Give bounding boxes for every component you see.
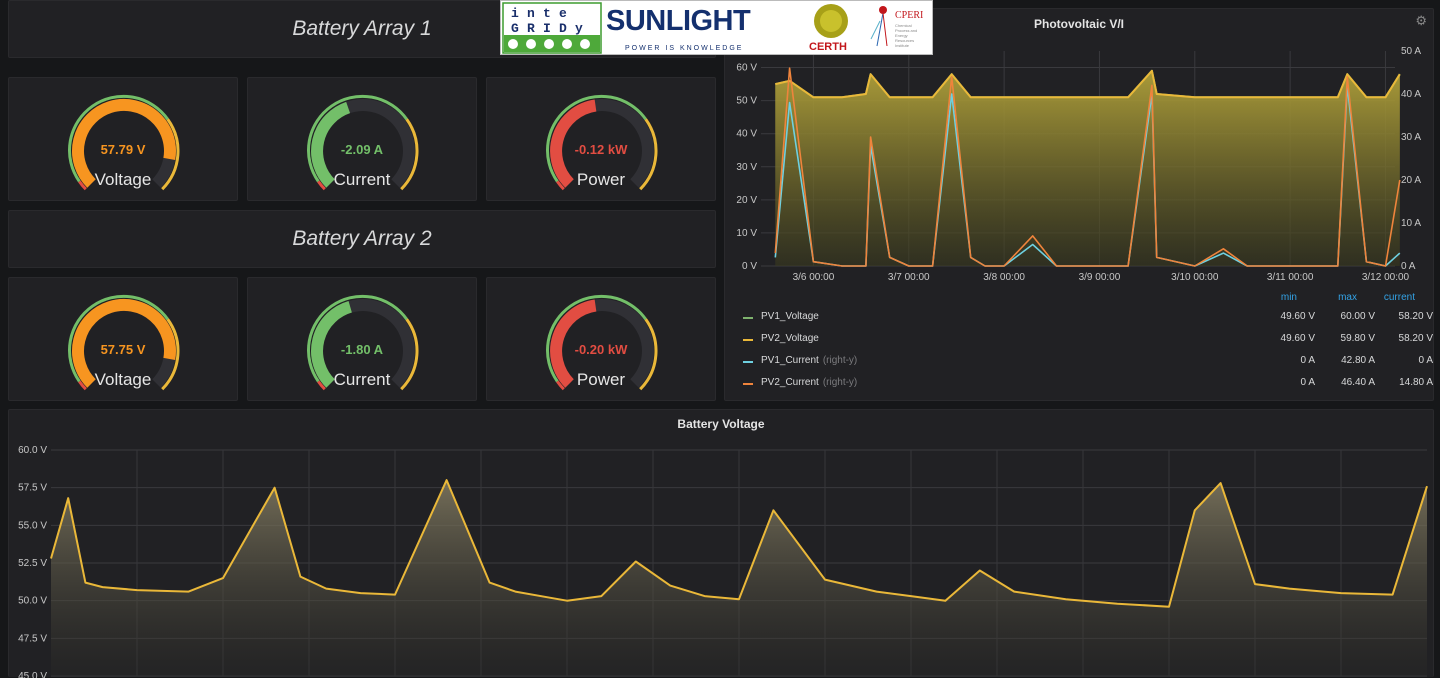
- legend-current: 58.20 V: [1398, 311, 1433, 322]
- gauge-panel-array1-current[interactable]: -2.09 A Current: [247, 77, 477, 201]
- gauge-panel-array2-power[interactable]: -0.20 kW Power: [486, 277, 716, 401]
- battery-voltage-plot[interactable]: 45.0 V47.5 V50.0 V52.5 V55.0 V57.5 V60.0…: [9, 410, 1435, 678]
- integridy-letter: e: [559, 6, 567, 21]
- pv-y-left-tick: 50 V: [736, 96, 757, 107]
- pv-y-left-tick: 10 V: [736, 228, 757, 239]
- bv-y-tick: 60.0 V: [18, 445, 47, 456]
- cperi-logo: CPERI Chemical Process and Energy Resour…: [870, 6, 923, 48]
- gauge-panel-array1-voltage[interactable]: 57.79 V Voltage: [8, 77, 238, 201]
- bv-y-tick: 55.0 V: [18, 520, 47, 531]
- gauge-value: 57.75 V: [100, 342, 146, 357]
- gauge-value: -0.20 kW: [574, 342, 628, 357]
- legend-series-name: PV1_Voltage: [761, 311, 819, 322]
- gauge-label: Voltage: [94, 170, 152, 189]
- pv-x-tick: 3/8 00:00: [983, 272, 1025, 283]
- legend-current: 58.20 V: [1398, 333, 1433, 344]
- gauge-value: -0.12 kW: [574, 142, 628, 157]
- pv-y-left-tick: 30 V: [736, 162, 757, 173]
- integridy-logo: i n t e G R I D y: [502, 2, 602, 54]
- gauge-panel-array2-current[interactable]: -1.80 A Current: [247, 277, 477, 401]
- cperi-wordmark: CPERI: [895, 10, 923, 21]
- pv-x-tick: 3/9 00:00: [1079, 272, 1121, 283]
- gauge-label: Current: [333, 170, 391, 189]
- pv-y-right-tick: 10 A: [1401, 218, 1421, 229]
- gauge-panel-array1-power[interactable]: -0.12 kW Power: [486, 77, 716, 201]
- sunlight-tagline: POWER IS KNOWLEDGE: [625, 45, 743, 52]
- gauge-label: Voltage: [94, 370, 152, 389]
- pv-y-right-tick: 0 A: [1401, 261, 1416, 272]
- legend-item-pv1-voltage[interactable]: PV1_Voltage 49.60 V 60.00 V 58.20 V: [743, 308, 1433, 328]
- legend-current: 14.80 A: [1399, 377, 1433, 388]
- certh-logo: CERTH: [809, 4, 848, 53]
- integridy-letter: y: [575, 21, 583, 36]
- pv-y-right-tick: 30 A: [1401, 132, 1421, 143]
- legend-swatch: [743, 317, 753, 319]
- partner-logo-banner: i n t e G R I D y SUNLIGHT POWER IS KNOW…: [500, 0, 933, 55]
- legend-swatch: [743, 339, 753, 341]
- battery-array-2-title: Battery Array 2: [292, 227, 432, 250]
- gauge-value: 57.79 V: [100, 142, 146, 157]
- pv-y-left-tick: 20 V: [736, 195, 757, 206]
- pv-x-tick: 3/6 00:00: [793, 272, 835, 283]
- pv-y-left-tick: 60 V: [736, 63, 757, 74]
- battery-array-1-title: Battery Array 1: [292, 17, 432, 40]
- pv-x-tick: 3/11 00:00: [1267, 272, 1314, 283]
- gauge-label: Current: [333, 370, 391, 389]
- gauge-panel-array2-voltage[interactable]: 57.75 V Voltage: [8, 277, 238, 401]
- battery-voltage-panel[interactable]: Battery Voltage 45.0 V 47.5 V 50.0 V 52.5 V…: [8, 409, 1435, 678]
- legend-current: 0 A: [1418, 355, 1433, 366]
- legend-swatch: [743, 361, 753, 363]
- legend-swatch: [743, 383, 753, 385]
- legend-series-name: PV2_Voltage: [761, 333, 819, 344]
- battery-array-2-header: Battery Array 2: [8, 210, 716, 268]
- integridy-letter: n: [527, 6, 535, 21]
- integridy-letter: D: [559, 21, 567, 36]
- integridy-letter: G: [511, 21, 519, 36]
- gauge-value: -1.80 A: [340, 342, 384, 357]
- pv-y-right-tick: 40 A: [1401, 89, 1421, 100]
- legend-series-name: PV2_Current (right-y): [761, 377, 858, 388]
- integridy-letter: R: [527, 21, 535, 36]
- pv-y-right-tick: 50 A: [1401, 46, 1421, 57]
- cperi-caption-line: Institute: [895, 43, 910, 48]
- bv-y-tick: 50.0 V: [18, 596, 47, 607]
- pv-x-tick: 3/7 00:00: [888, 272, 930, 283]
- sunlight-logo: SUNLIGHT POWER IS KNOWLEDGE: [606, 5, 752, 52]
- integridy-letter: t: [543, 6, 551, 21]
- gauge-label: Power: [576, 370, 626, 389]
- bv-y-tick: 57.5 V: [18, 483, 47, 494]
- certh-wordmark: CERTH: [809, 41, 847, 53]
- integridy-letter: i: [511, 6, 519, 21]
- legend-item-pv2-current[interactable]: PV2_Current (right-y) 0 A 46.40 A 14.80 A: [743, 374, 1433, 394]
- pv-y-left-tick: 0 V: [742, 261, 757, 272]
- legend-item-pv2-voltage[interactable]: PV2_Voltage 49.60 V 59.80 V 58.20 V: [743, 330, 1433, 350]
- bv-y-tick: 47.5 V: [18, 633, 47, 644]
- gauge-value: -2.09 A: [340, 142, 384, 157]
- partner-logos: i n t e G R I D y SUNLIGHT POWER IS KNOW…: [502, 2, 923, 54]
- pv-y-right-tick: 20 A: [1401, 175, 1421, 186]
- pv-x-tick: 3/12 00:00: [1362, 272, 1410, 283]
- sunlight-wordmark: SUNLIGHT: [606, 5, 751, 37]
- integridy-letter: I: [543, 21, 551, 36]
- legend-series-name: PV1_Current (right-y): [761, 355, 858, 366]
- pv-y-left-tick: 40 V: [736, 129, 757, 140]
- gauge-label: Power: [576, 170, 626, 189]
- legend-item-pv1-current[interactable]: PV1_Current (right-y) 0 A 42.80 A 0 A: [743, 352, 1433, 372]
- pv-chart-panel[interactable]: Photovoltaic V/I ⚙ 0 V 10 V 20 V 30 V 40 V 50…: [724, 8, 1434, 401]
- legend-header-current[interactable]: current: [1345, 292, 1415, 303]
- pv-x-tick: 3/10 00:00: [1171, 272, 1219, 283]
- bv-y-tick: 52.5 V: [18, 558, 47, 569]
